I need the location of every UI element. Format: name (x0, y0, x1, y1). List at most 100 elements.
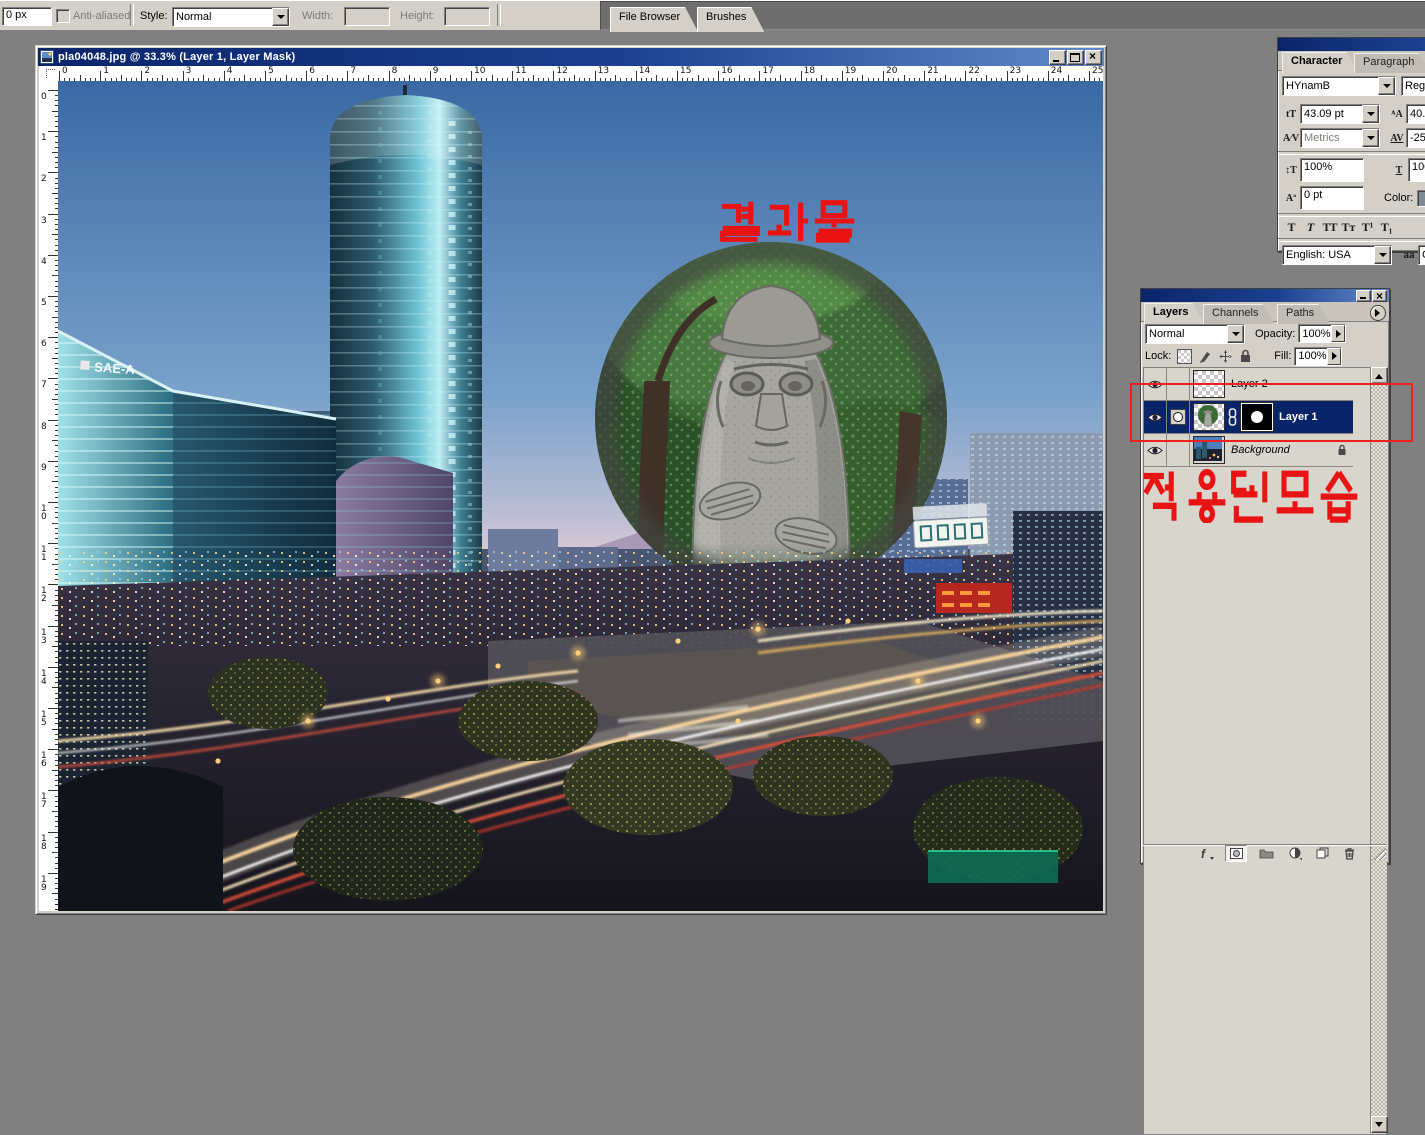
scroll-down-button[interactable] (1371, 1116, 1388, 1133)
tab-paths[interactable]: Paths (1277, 304, 1330, 324)
vertical-ruler[interactable]: 01234567891011121314151617181920 (39, 81, 59, 911)
feather-input[interactable]: 0 px (2, 7, 52, 26)
vertical-scale-input[interactable]: 100% (1300, 158, 1364, 182)
close-button[interactable] (1085, 50, 1102, 65)
font-family-arrow[interactable] (1378, 77, 1395, 95)
layer1-mask-thumbnail[interactable] (1241, 403, 1273, 431)
ruler-origin-corner[interactable] (39, 66, 59, 82)
photo-blue-sign (904, 559, 962, 573)
layers-close-button[interactable] (1372, 290, 1387, 302)
layer2-thumbnail[interactable] (1193, 370, 1225, 398)
layer1-thumbnail[interactable] (1193, 403, 1225, 431)
tab-layers[interactable]: Layers (1144, 303, 1204, 324)
link-cell[interactable] (1167, 434, 1190, 466)
layer-row-background[interactable]: Background (1144, 434, 1353, 467)
layers-palette-tabs: Layers Channels Paths (1141, 302, 1389, 322)
tab-brushes[interactable]: Brushes (697, 7, 764, 32)
scroll-up-button[interactable] (1371, 367, 1388, 384)
delete-layer-button[interactable] (1339, 846, 1359, 860)
blend-mode-dropdown[interactable]: Normal (1145, 324, 1245, 344)
leading-dropdown[interactable]: 40. (1406, 104, 1425, 124)
canvas-area[interactable]: SAE-A (58, 81, 1103, 911)
canvas-photo: SAE-A (58, 81, 1103, 911)
font-style-dropdown[interactable]: Regu (1401, 76, 1425, 96)
layers-minimize-button[interactable] (1356, 290, 1371, 302)
tab-file-browser[interactable]: File Browser (610, 7, 698, 32)
lock-all-icon[interactable] (1239, 349, 1252, 363)
width-label: Width: (302, 10, 333, 22)
lock-paint-icon[interactable] (1198, 349, 1213, 364)
maximize-button[interactable] (1067, 50, 1084, 65)
background-lock-icon (1337, 444, 1347, 456)
anti-alias-icon: aa (1400, 249, 1418, 261)
background-thumbnail[interactable] (1193, 436, 1225, 464)
tab-channels[interactable]: Channels (1203, 304, 1274, 324)
font-size-dropdown[interactable]: 43.09 pt (1300, 104, 1380, 124)
palette-menu-button[interactable] (1370, 305, 1386, 321)
height-input[interactable] (444, 7, 490, 26)
layer-name[interactable]: Layer 1 (1279, 411, 1318, 423)
character-palette-titlebar[interactable] (1278, 38, 1425, 51)
new-layer-set-button[interactable] (1256, 846, 1276, 860)
palette-resize-grip[interactable] (1374, 848, 1386, 860)
layer-row-layer2[interactable]: Layer 2 (1144, 368, 1353, 401)
layers-scrollbar[interactable] (1370, 367, 1387, 1133)
adjustment-layer-button[interactable] (1285, 846, 1305, 860)
tab-paragraph[interactable]: Paragraph (1354, 53, 1425, 73)
baseline-shift-input[interactable]: 0 pt (1300, 186, 1364, 210)
tab-character[interactable]: Character (1282, 52, 1358, 73)
anti-aliased-checkbox[interactable] (56, 9, 70, 23)
layers-palette-titlebar[interactable] (1141, 289, 1389, 302)
add-layer-mask-button[interactable] (1225, 845, 1247, 862)
horizontal-scale-input[interactable]: 100 (1408, 158, 1425, 182)
font-size-value: 43.09 pt (1301, 107, 1362, 121)
visibility-toggle[interactable] (1144, 401, 1167, 433)
font-family-value: HYnamB (1283, 79, 1378, 93)
layer-name[interactable]: Background (1231, 444, 1290, 456)
document-titlebar[interactable]: pla04048.jpg @ 33.3% (Layer 1, Layer Mas… (38, 48, 1104, 66)
text-color-swatch[interactable] (1417, 190, 1425, 207)
link-cell[interactable] (1167, 368, 1190, 400)
mask-edit-indicator (1167, 401, 1190, 433)
anti-alias-dropdown[interactable]: Cr (1418, 245, 1425, 265)
mask-link-icon[interactable] (1228, 408, 1237, 426)
lock-position-icon[interactable] (1218, 349, 1233, 364)
city-mini (1194, 437, 1222, 461)
baseline-shift-icon: Aª (1282, 193, 1300, 204)
style-dropdown[interactable]: Normal (172, 7, 290, 27)
blend-mode-value: Normal (1146, 327, 1227, 341)
style-dropdown-arrow[interactable] (272, 8, 289, 26)
minimize-button[interactable] (1049, 50, 1066, 65)
layer-style-button[interactable]: f (1197, 846, 1217, 860)
style-dropdown-value: Normal (173, 10, 272, 24)
language-arrow[interactable] (1374, 246, 1391, 264)
layer-name[interactable]: Layer 2 (1231, 378, 1268, 390)
layer-row-layer1[interactable]: Layer 1 (1144, 401, 1353, 434)
height-label: Height: (400, 10, 435, 22)
visibility-toggle[interactable] (1144, 368, 1167, 400)
width-input[interactable] (344, 7, 390, 26)
faux-italic-button[interactable]: T (1301, 220, 1320, 235)
opacity-input[interactable]: 100% (1298, 324, 1346, 343)
photoshop-workspace: { "options_bar": { "feather_value": "0 p… (0, 0, 1425, 935)
font-size-arrow[interactable] (1362, 105, 1379, 123)
kerning-dropdown[interactable]: Metrics (1300, 128, 1380, 148)
subscript-button[interactable]: T₁ (1377, 220, 1396, 235)
opacity-slider-arrow[interactable] (1331, 325, 1345, 342)
small-caps-button[interactable]: Tᴛ (1339, 220, 1358, 235)
tracking-dropdown[interactable]: -25 (1406, 128, 1425, 148)
superscript-button[interactable]: T¹ (1358, 220, 1377, 235)
font-family-dropdown[interactable]: HYnamB (1282, 76, 1396, 96)
kerning-arrow[interactable] (1362, 129, 1379, 147)
blend-mode-arrow[interactable] (1227, 325, 1244, 343)
visibility-toggle[interactable] (1144, 434, 1167, 466)
horizontal-ruler[interactable]: 0123456789101112131415161718192021222324… (58, 66, 1103, 82)
lock-transparency-icon[interactable] (1177, 349, 1192, 364)
all-caps-button[interactable]: TT (1320, 220, 1339, 235)
language-dropdown[interactable]: English: USA (1282, 245, 1392, 265)
horizontal-scale-icon: T (1390, 165, 1408, 176)
fill-slider-arrow[interactable] (1327, 348, 1341, 365)
new-layer-button[interactable] (1312, 846, 1332, 860)
faux-bold-button[interactable]: T (1282, 220, 1301, 235)
fill-input[interactable]: 100% (1294, 347, 1342, 366)
